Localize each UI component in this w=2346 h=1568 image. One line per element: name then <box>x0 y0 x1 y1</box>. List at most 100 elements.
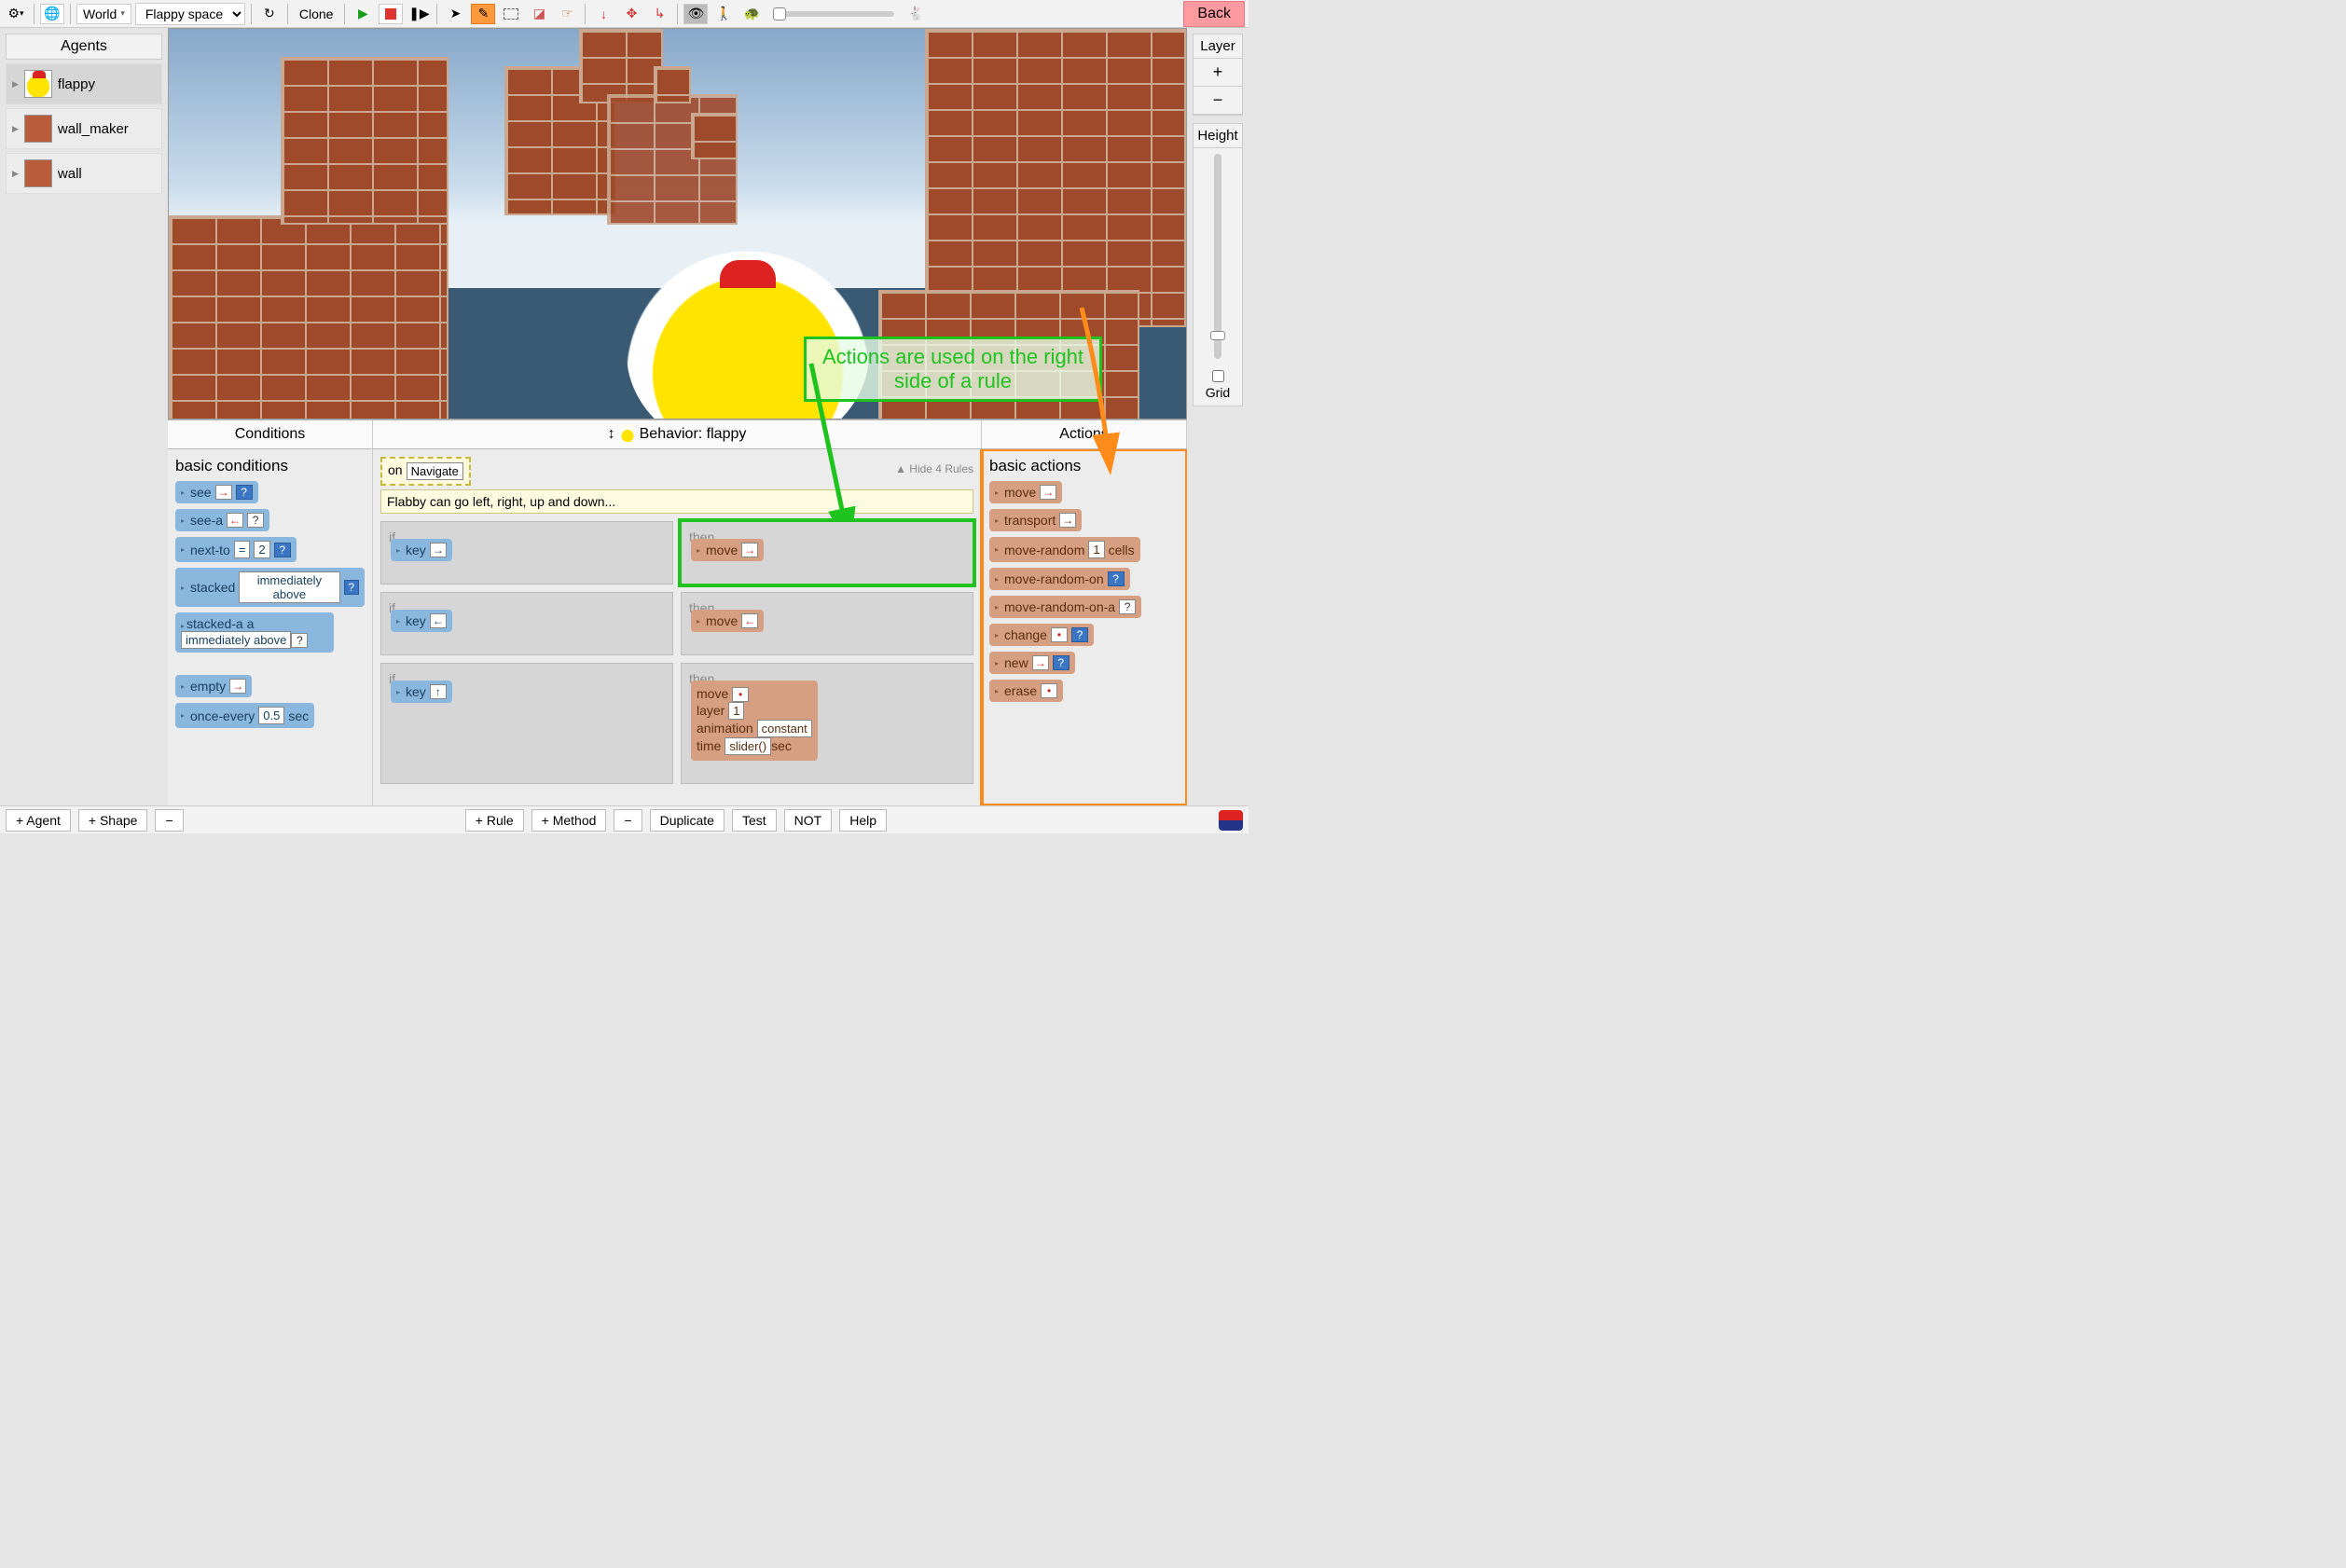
back-button[interactable]: Back <box>1183 1 1245 27</box>
add-rule-button[interactable]: + Rule <box>465 809 524 832</box>
on-navigate-block[interactable]: on Navigate <box>380 457 471 486</box>
agent-item-wall_maker[interactable]: ▶wall_maker <box>6 108 162 149</box>
expand-icon[interactable]: ▶ <box>12 79 19 89</box>
picker-icon[interactable]: ? <box>1071 627 1088 642</box>
act-block-erase[interactable]: ▸erase• <box>989 680 1063 702</box>
pencil-icon[interactable]: ✎ <box>471 4 495 24</box>
test-button[interactable]: Test <box>732 809 777 832</box>
layer-plus-button[interactable]: + <box>1194 59 1242 87</box>
direction-icon[interactable]: → <box>430 543 447 557</box>
act-block-transport[interactable]: ▸transport→ <box>989 509 1082 531</box>
arrow-up-red-icon[interactable]: ↳ <box>647 4 671 24</box>
remove-rule-button[interactable]: − <box>614 809 642 832</box>
agent-item-wall[interactable]: ▶wall <box>6 153 162 194</box>
picker-icon[interactable]: ? <box>1053 655 1070 670</box>
act-block-change[interactable]: ▸change•? <box>989 624 1094 646</box>
world-menu[interactable]: World <box>76 4 131 24</box>
cond-block-next-to[interactable]: ▸next-to=2? <box>175 537 297 562</box>
camera-icon[interactable]: 👁 <box>683 4 708 24</box>
rabbit-icon[interactable]: 🐇 <box>904 4 928 24</box>
arrow-down-red-icon[interactable]: ↓ <box>591 4 615 24</box>
hide-rules-toggle[interactable]: ▲ Hide 4 Rules <box>895 457 973 475</box>
direction-icon[interactable]: ← <box>741 613 758 628</box>
direction-icon[interactable]: • <box>1041 683 1057 698</box>
act-block-new[interactable]: ▸new→? <box>989 652 1075 674</box>
expand-icon[interactable]: ▶ <box>12 169 19 179</box>
param-input[interactable]: constant <box>757 720 812 737</box>
direction-icon[interactable]: → <box>1040 485 1056 500</box>
act-block-move-random[interactable]: ▸move-random1cells <box>989 537 1140 562</box>
act-block-move-random-on-a[interactable]: ▸move-random-on-a? <box>989 596 1141 618</box>
layer-minus-button[interactable]: − <box>1194 87 1242 115</box>
picker-icon[interactable]: ? <box>236 485 253 500</box>
refresh-icon[interactable]: ↻ <box>257 4 282 24</box>
agent-picker-icon[interactable]: ? <box>247 513 264 528</box>
direction-icon[interactable]: ← <box>430 613 447 628</box>
add-agent-button[interactable]: + Agent <box>6 809 71 832</box>
direction-icon[interactable]: • <box>1051 627 1068 642</box>
act-block-move[interactable]: ▸move→ <box>691 539 764 561</box>
project-select[interactable]: Flappy space <box>135 3 245 25</box>
picker-icon[interactable]: ? <box>344 580 360 595</box>
agent-picker-icon[interactable]: ? <box>1119 599 1136 614</box>
add-shape-button[interactable]: + Shape <box>78 809 148 832</box>
rule-if-cell[interactable]: ▸key↑ <box>380 663 673 784</box>
act-block-move-random-on[interactable]: ▸move-random-on? <box>989 568 1130 590</box>
select-rect-icon[interactable] <box>499 4 523 24</box>
cond-block-empty[interactable]: ▸empty→ <box>175 675 252 697</box>
cond-block-stacked-a-a[interactable]: ▸stacked-a aimmediately above? <box>175 612 334 653</box>
param-input[interactable]: slider() <box>724 737 771 755</box>
cond-block-see-a[interactable]: ▸see-a←? <box>175 509 269 531</box>
rule-if-cell[interactable]: ▸key→ <box>380 521 673 585</box>
pointer-icon[interactable]: ➤ <box>443 4 467 24</box>
direction-icon[interactable]: → <box>1059 513 1076 528</box>
duplicate-button[interactable]: Duplicate <box>650 809 724 832</box>
height-slider[interactable] <box>1214 154 1221 359</box>
stop-icon[interactable] <box>379 4 403 24</box>
param-input[interactable]: 1 <box>728 702 744 720</box>
param-input[interactable]: immediately above <box>239 571 339 603</box>
agent-item-flappy[interactable]: ▶flappy <box>6 63 162 104</box>
rule-then-cell[interactable]: ▸move← <box>681 592 973 655</box>
cond-block-see[interactable]: ▸see→? <box>175 481 258 503</box>
direction-icon[interactable]: ↑ <box>430 684 447 699</box>
picker-icon[interactable]: ? <box>1108 571 1125 586</box>
add-method-button[interactable]: + Method <box>531 809 607 832</box>
expand-icon[interactable]: ▶ <box>12 124 19 134</box>
turtle-icon[interactable]: 🐢 <box>739 4 764 24</box>
globe-icon[interactable]: 🌐 <box>40 4 64 24</box>
direction-icon[interactable]: • <box>732 687 749 702</box>
param-input[interactable]: 1 <box>1088 541 1104 558</box>
agent-picker-icon[interactable]: ? <box>291 633 308 648</box>
world-viewport[interactable]: Actions are used on the right side of a … <box>168 28 1187 420</box>
cond-block-once-every[interactable]: ▸once-every0.5sec <box>175 703 314 728</box>
act-block-move[interactable]: ▸move→ <box>989 481 1062 503</box>
rule-then-cell[interactable]: ▸move→ <box>681 521 973 585</box>
grid-checkbox[interactable]: Grid <box>1194 364 1242 406</box>
param-input[interactable]: immediately above <box>181 631 291 649</box>
direction-icon[interactable]: → <box>215 485 232 500</box>
direction-icon[interactable]: → <box>229 679 246 694</box>
param-input[interactable]: 0.5 <box>258 707 284 724</box>
cond-block-key[interactable]: ▸key→ <box>391 539 452 561</box>
eraser-icon[interactable]: ◪ <box>527 4 551 24</box>
behavior-description[interactable]: Flabby can go left, right, up and down..… <box>380 489 973 514</box>
rule-if-cell[interactable]: ▸key← <box>380 592 673 655</box>
resize-vert-icon[interactable]: ↕ <box>608 426 615 443</box>
hand-icon[interactable]: ☞ <box>555 4 579 24</box>
param-input[interactable]: 2 <box>254 541 269 558</box>
direction-icon[interactable]: → <box>741 543 758 557</box>
act-block-move[interactable]: ▸move← <box>691 610 764 632</box>
person-icon[interactable]: 🚶 <box>711 4 736 24</box>
play-icon[interactable]: ▶ <box>351 4 375 24</box>
clone-button[interactable]: Clone <box>294 5 339 23</box>
remove-agent-button[interactable]: − <box>155 809 183 832</box>
rule-then-cell[interactable]: move •layer 1animation constanttime slid… <box>681 663 973 784</box>
cond-block-stacked[interactable]: ▸stackedimmediately above? <box>175 568 365 607</box>
param-input[interactable]: = <box>234 541 251 558</box>
cond-block-key[interactable]: ▸key← <box>391 610 452 632</box>
action-group[interactable]: move •layer 1animation constanttime slid… <box>691 681 818 761</box>
direction-icon[interactable]: ← <box>227 513 243 528</box>
speed-slider[interactable] <box>773 11 894 17</box>
move-cross-icon[interactable]: ✥ <box>619 4 643 24</box>
